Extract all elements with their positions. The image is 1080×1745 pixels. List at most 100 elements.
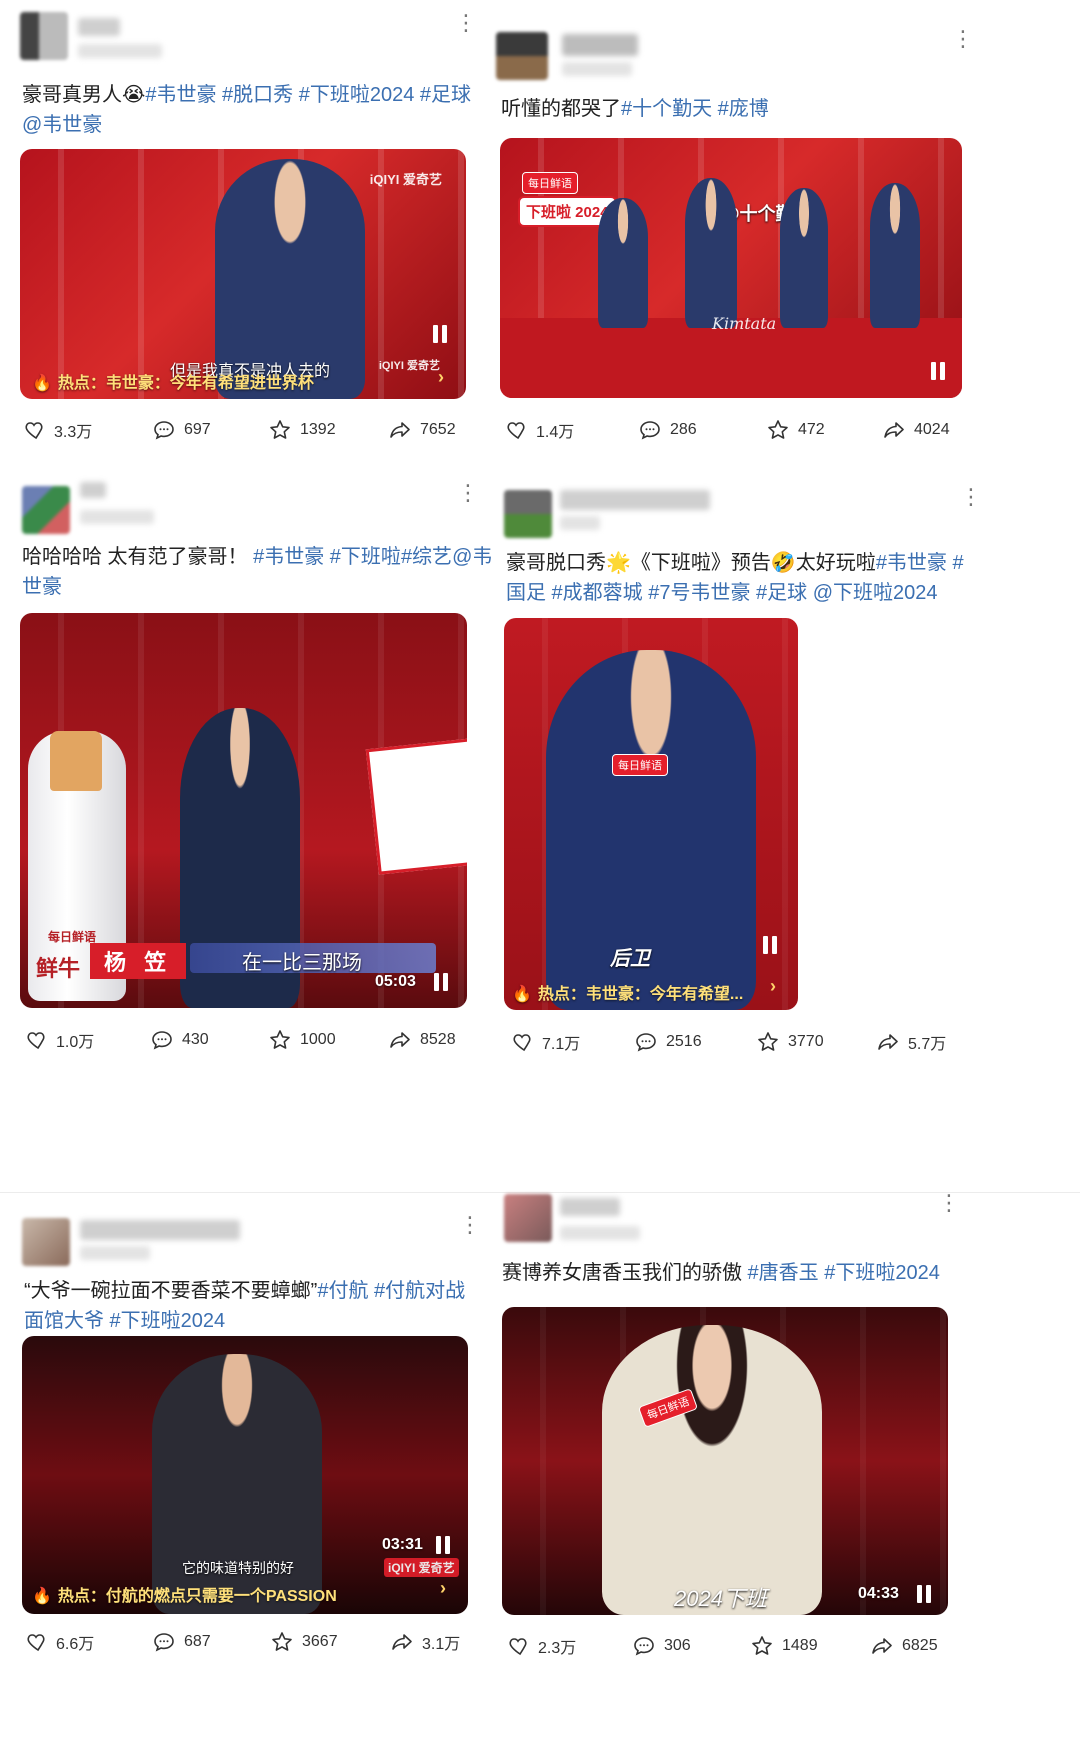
hot-topic[interactable]: 🔥 热点：韦世豪：今年有希望进世界杯 — [32, 369, 314, 393]
like-button[interactable]: 7.1万 — [510, 1030, 580, 1054]
username[interactable] — [80, 482, 106, 498]
share-button[interactable]: 4024 — [882, 418, 950, 442]
avatar[interactable] — [20, 12, 68, 60]
more-icon[interactable]: ⋮ — [938, 1192, 960, 1214]
more-icon[interactable]: ⋮ — [952, 28, 974, 50]
share-button[interactable]: 5.7万 — [876, 1030, 946, 1054]
avatar[interactable] — [504, 490, 552, 538]
hashtag[interactable]: #7号韦世豪 — [643, 582, 750, 604]
like-button[interactable]: 6.6万 — [24, 1630, 94, 1654]
hashtag[interactable]: #成都蓉城 — [546, 582, 643, 604]
pause-icon[interactable] — [930, 362, 946, 380]
username[interactable] — [78, 18, 120, 36]
more-icon[interactable]: ⋮ — [457, 482, 479, 504]
pause-icon[interactable] — [435, 1536, 451, 1554]
hashtag[interactable]: #下班啦2024 — [293, 84, 415, 106]
hashtag[interactable]: #下班啦2024 — [819, 1262, 940, 1284]
hashtag[interactable]: #足球 — [751, 582, 807, 604]
hot-topic[interactable]: 🔥 热点：韦世豪：今年有希望... — [512, 980, 743, 1004]
comment-button[interactable]: 430 — [150, 1028, 209, 1052]
video-player[interactable]: iQIYI 爱奇艺 但是我真不是冲人去的 🔥 热点：韦世豪：今年有希望进世界杯 i… — [20, 149, 466, 399]
video-duration: 03:31 — [382, 1536, 423, 1553]
post-card[interactable]: ⋮ 豪哥真男人😭#韦世豪 #脱口秀 #下班啦2024 #足球 @韦世豪 iQIY… — [0, 0, 540, 470]
hashtag[interactable]: #十个勤天 — [621, 98, 712, 120]
pause-icon[interactable] — [433, 973, 449, 991]
like-button[interactable]: 2.3万 — [506, 1634, 576, 1658]
hashtag[interactable]: #综艺 — [401, 546, 452, 568]
hashtag[interactable]: #韦世豪 — [248, 546, 324, 568]
favorite-button[interactable]: 3770 — [756, 1030, 824, 1054]
pause-icon[interactable] — [432, 325, 448, 343]
chevron-right-icon[interactable]: › — [440, 1578, 446, 1599]
hashtag[interactable]: #付航对战 — [368, 1280, 465, 1302]
username[interactable] — [560, 1198, 620, 1216]
video-player[interactable]: 每日鲜语 下班啦 2024 @十个勤天 Kimtata — [500, 138, 962, 398]
name-tag: 杨 笠 — [90, 943, 187, 979]
hashtag[interactable]: #脱口秀 — [217, 84, 293, 106]
mention[interactable]: 世豪 — [22, 576, 62, 598]
share-icon — [872, 1638, 892, 1654]
favorite-button[interactable]: 1000 — [268, 1028, 336, 1052]
like-button[interactable]: 1.0万 — [24, 1028, 94, 1052]
comment-button[interactable]: 306 — [632, 1634, 691, 1658]
hashtag[interactable]: #唐香玉 — [742, 1262, 819, 1284]
post-card[interactable]: ⋮ 赛博养女唐香玉我们的骄傲 #唐香玉 #下班啦2024 每日鲜语 2024下班… — [502, 1180, 1080, 1745]
hashtag[interactable]: 国足 — [506, 582, 546, 604]
more-icon[interactable]: ⋮ — [459, 1214, 481, 1236]
hashtag[interactable]: #足球 — [414, 84, 471, 106]
chevron-right-icon[interactable]: › — [770, 976, 776, 997]
comment-button[interactable]: 697 — [152, 418, 211, 442]
hashtag[interactable]: #下班啦 — [324, 546, 401, 568]
post-card[interactable]: ⋮ 听懂的都哭了#十个勤天 #庞博 每日鲜语 下班啦 2024 @十个勤天 Ki… — [496, 0, 1080, 470]
hashtag[interactable]: #下班啦2024 — [104, 1310, 226, 1332]
video-player[interactable]: 03:31 iQIYI 爱奇艺 它的味道特别的好 🔥 热点：付航的燃点只需要一个P… — [22, 1336, 468, 1614]
comment-button[interactable]: 2516 — [634, 1030, 702, 1054]
hashtag[interactable]: #付航 — [317, 1280, 368, 1302]
share-button[interactable]: 6825 — [870, 1634, 938, 1658]
hashtag[interactable]: #庞博 — [712, 98, 769, 120]
guest-figure — [598, 198, 648, 328]
comment-button[interactable]: 286 — [638, 418, 697, 442]
video-player[interactable]: 每日鲜语 2024下班 04:33 — [502, 1307, 948, 1615]
avatar[interactable] — [22, 1218, 70, 1266]
post-actions: 6.6万 687 3667 3.1万 — [24, 1630, 474, 1658]
like-button[interactable]: 3.3万 — [22, 418, 92, 442]
share-button[interactable]: 7652 — [388, 418, 456, 442]
favorite-button[interactable]: 1392 — [268, 418, 336, 442]
hashtag[interactable]: #韦世豪 — [145, 84, 216, 106]
video-player[interactable]: 每日鲜语 鲜牛 杨 笠 在一比三那场 05:03 — [20, 613, 467, 1008]
post-card[interactable]: ⋮ 哈哈哈哈 太有范了豪哥！ #韦世豪 #下班啦#综艺@韦 世豪 每日鲜语 鲜牛… — [0, 470, 540, 1190]
hashtag[interactable]: #韦世豪 — [876, 552, 947, 574]
username[interactable] — [560, 490, 710, 510]
favorite-button[interactable]: 472 — [766, 418, 825, 442]
hashtag[interactable]: # — [947, 552, 963, 574]
username[interactable] — [562, 34, 638, 56]
favorite-button[interactable]: 3667 — [270, 1630, 338, 1654]
username[interactable] — [80, 1220, 240, 1240]
avatar[interactable] — [22, 486, 70, 534]
more-icon[interactable]: ⋮ — [960, 486, 982, 508]
post-card[interactable]: ⋮ “大爷一碗拉面不要香菜不要蟑螂”#付航 #付航对战 面馆大爷 #下班啦202… — [0, 1196, 540, 1745]
favorite-button[interactable]: 1489 — [750, 1634, 818, 1658]
like-button[interactable]: 1.4万 — [504, 418, 574, 442]
avatar[interactable] — [496, 32, 548, 80]
hashtag[interactable]: 面馆大爷 — [24, 1310, 104, 1332]
share-icon — [878, 1034, 898, 1050]
share-icon — [390, 422, 410, 438]
pause-icon[interactable] — [762, 936, 778, 954]
post-caption: 哈哈哈哈 太有范了豪哥！ #韦世豪 #下班啦#综艺@韦 世豪 — [22, 546, 493, 598]
post-card[interactable]: ⋮ 豪哥脱口秀🌟《下班啦》预告🤣太好玩啦#韦世豪 # 国足 #成都蓉城 #7号韦… — [504, 470, 1080, 1190]
mention[interactable]: @韦世豪 — [22, 114, 102, 136]
hot-topic[interactable]: 🔥 热点：付航的燃点只需要一个PASSION — [32, 1582, 337, 1606]
pause-icon[interactable] — [916, 1585, 932, 1603]
share-button[interactable]: 3.1万 — [390, 1630, 460, 1654]
avatar[interactable] — [504, 1194, 552, 1242]
mention[interactable]: @韦 — [452, 546, 492, 568]
chevron-right-icon[interactable]: › — [438, 367, 444, 388]
post-actions: 1.0万 430 1000 8528 — [24, 1028, 474, 1056]
mention[interactable]: @下班啦2024 — [807, 582, 938, 604]
more-icon[interactable]: ⋮ — [455, 12, 477, 34]
video-player[interactable]: 每日鲜语 后卫 🔥 热点：韦世豪：今年有希望... › — [504, 618, 798, 1010]
comment-button[interactable]: 687 — [152, 1630, 211, 1654]
share-button[interactable]: 8528 — [388, 1028, 456, 1052]
